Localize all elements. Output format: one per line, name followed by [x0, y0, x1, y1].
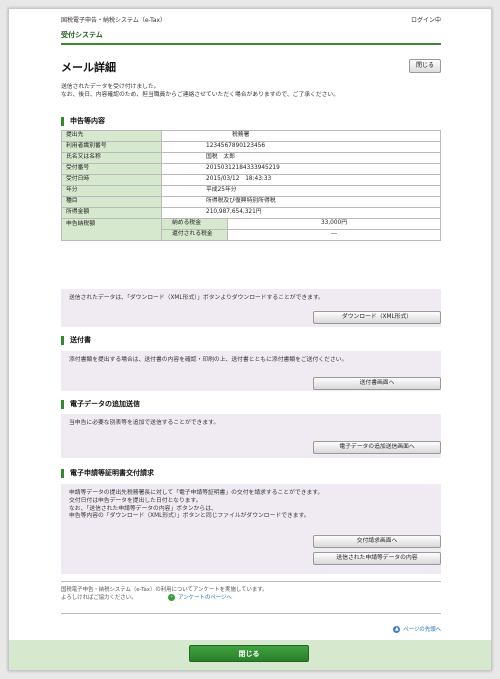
row-label: 年分	[61, 185, 162, 197]
tax-sub-value: 33,000円	[227, 218, 441, 230]
row-label: 種目	[61, 196, 162, 208]
row-label: 所得金額	[61, 207, 162, 219]
survey-notice: 国税電子申告・納税システム（e-Tax）の利用についてアンケートを実施しています…	[61, 587, 361, 603]
row-value: 210,987,654,321円	[161, 207, 441, 219]
login-status: ログイン中	[410, 17, 441, 24]
table-row: 利用者識別番号 1234567890123456	[61, 141, 441, 153]
row-label: 氏名又は名称	[61, 152, 162, 164]
table-row: 年分 平成25年分	[61, 185, 441, 197]
arrow-up-icon: ▲	[393, 626, 401, 633]
attachment-screen-button[interactable]: 送付書画面へ	[313, 377, 441, 390]
sub-title: 受付システム	[61, 31, 103, 39]
additional-send-button[interactable]: 電子データの追加送信画面へ	[313, 441, 441, 454]
arrow-circle-icon: ›	[168, 594, 176, 602]
download-text: 送信されたデータは、「ダウンロード（XML形式）」ボタンよりダウンロードすること…	[69, 295, 324, 301]
additional-text: 当申告に必要な別表等を追加で送信することができます。	[69, 420, 220, 426]
row-label: 利用者識別番号	[61, 141, 162, 153]
sent-data-content-button[interactable]: 送信された申請等データの内容	[313, 552, 441, 565]
close-button-top[interactable]: 閉じる	[409, 59, 441, 73]
issue-request-button[interactable]: 交付請求画面へ	[313, 535, 441, 548]
table-row: 受付番号 20150312184333945219	[61, 163, 441, 175]
close-button-bottom[interactable]: 閉じる	[189, 645, 309, 662]
row-value: 20150312184333945219	[161, 163, 441, 175]
attachment-text: 添付書類を提出する場合は、送付書の内容を確認・印刷の上、送付書とともに添付書類を…	[69, 357, 348, 363]
table-row: 種目 所得税及び復興特別所得税	[61, 196, 441, 208]
section-heading-certificate: 電子申請等証明書交付請求	[61, 469, 154, 478]
survey-text-2: よろしければご協力ください。	[61, 595, 137, 602]
header-divider	[61, 43, 441, 45]
certificate-line-1: 申請等データの提出先税務署長に対して「電子申請等証明書」の交付を請求することがで…	[69, 490, 324, 496]
intro-line-2: なお、後日、内容確認のため、担当職員からご連絡させていただく場合がありますので、…	[61, 91, 340, 98]
table-row: 氏名又は名称 国税 太郎	[61, 152, 441, 164]
page-title: メール詳細	[61, 61, 116, 74]
row-label: 受付日時	[61, 174, 162, 186]
survey-text-1: 国税電子申告・納税システム（e-Tax）の利用についてアンケートを実施しています…	[61, 587, 268, 593]
row-value: 平成25年分	[161, 185, 441, 197]
certificate-line-2: 交付日付は申告データを提出した日付となります。	[69, 497, 202, 504]
table-row: 提出先 税務署	[61, 130, 441, 142]
table-row: 申告納税額 納める税金 33,000円	[61, 218, 441, 241]
row-value: 2015/03/12 18:43:33	[161, 174, 441, 186]
certificate-line-4: 申告等内容の「ダウンロード（XML形式）」ボタンと同じファイルがダウンロードでき…	[69, 513, 310, 520]
system-name: 国税電子申告・納税システム（e-Tax）	[61, 17, 167, 24]
row-value: 税務署	[161, 130, 441, 142]
footer-divider	[61, 581, 441, 582]
survey-link[interactable]: アンケートのページへ	[178, 595, 232, 601]
footer-divider-2	[61, 613, 441, 614]
row-value: 国税 太郎	[161, 152, 441, 164]
page-top-label: ページの先頭へ	[403, 627, 441, 633]
intro-text: 送信されたデータを受け付けました。 なお、後日、内容確認のため、担当職員からご連…	[61, 84, 441, 100]
row-label: 提出先	[61, 130, 162, 142]
download-xml-button[interactable]: ダウンロード（XML形式）	[313, 311, 441, 324]
section-heading-attachment: 送付書	[61, 336, 91, 345]
row-value: 1234567890123456	[161, 141, 441, 153]
page-top-link[interactable]: ▲ ページの先頭へ	[393, 626, 441, 634]
tax-sub-label: 還付される税金	[161, 229, 228, 241]
browser-window: 国税電子申告・納税システム（e-Tax） ログイン中 受付システム メール詳細 …	[8, 8, 492, 671]
section-heading-declaration: 申告等内容	[61, 117, 105, 126]
table-row: 受付日時 2015/03/12 18:43:33	[61, 174, 441, 186]
row-label: 受付番号	[61, 163, 162, 175]
tax-label: 申告納税額	[61, 218, 162, 241]
section-heading-additional: 電子データの追加送信	[61, 400, 140, 409]
row-value: 所得税及び復興特別所得税	[161, 196, 441, 208]
tax-sub-label: 納める税金	[161, 218, 228, 230]
intro-line-1: 送信されたデータを受け付けました。	[61, 84, 160, 90]
tax-sub-value: ---	[227, 229, 441, 241]
bottom-bar: 閉じる	[9, 640, 491, 670]
declaration-table: 提出先 税務署 利用者識別番号 1234567890123456 氏名又は名称 国税 …	[61, 130, 441, 241]
table-row: 所得金額 210,987,654,321円	[61, 207, 441, 219]
